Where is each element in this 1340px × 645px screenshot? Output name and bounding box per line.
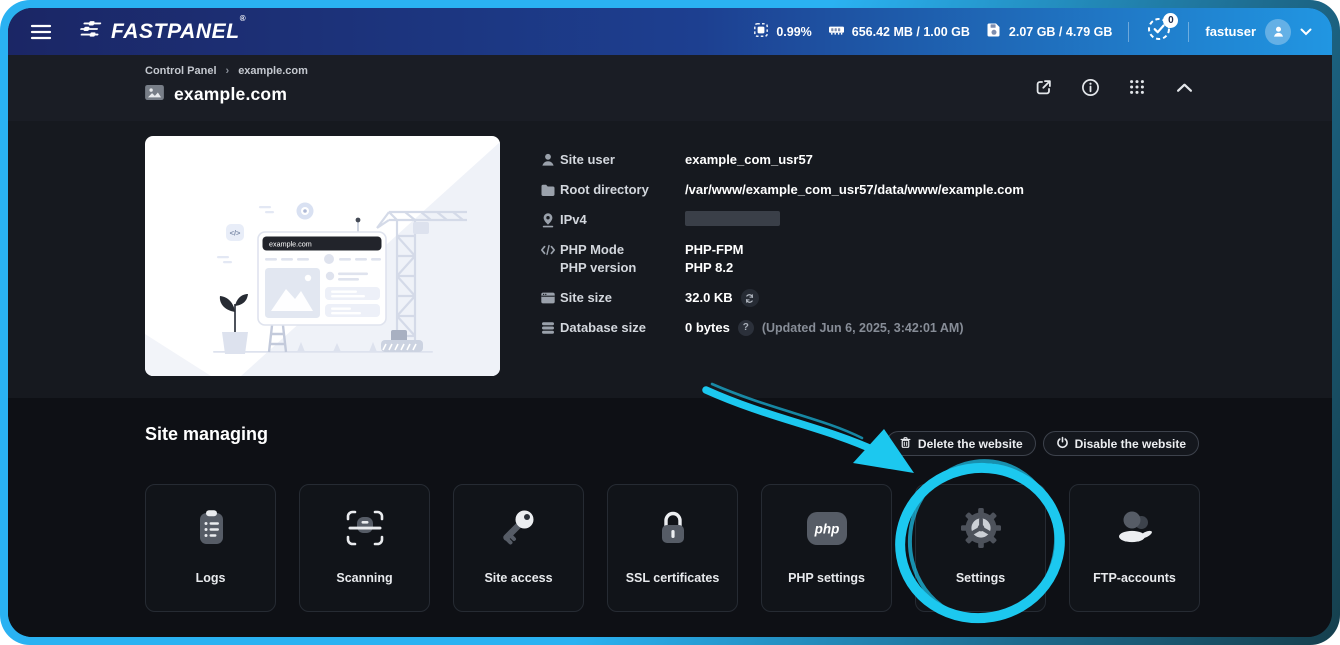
header-actions [1033,77,1194,97]
section-title: Site managing [145,424,269,444]
outer-frame: FASTPANEL® 0.99% 656.42 MB / 1.00 GB 2.0… [0,0,1340,645]
topbar-separator [1188,21,1190,42]
database-size-value: 0 bytes [685,320,730,335]
chevron-down-icon [1300,23,1312,41]
php-version-value: PHP 8.2 [685,260,734,275]
power-icon [1056,436,1069,452]
topbar: FASTPANEL® 0.99% 656.42 MB / 1.00 GB 2.0… [8,8,1332,55]
trash-icon [899,436,912,452]
card-logs[interactable]: Logs [145,484,276,612]
menu-icon[interactable] [28,19,54,45]
location-pin-icon [540,212,556,228]
logo-sliders-icon [76,19,104,44]
card-ftp-accounts[interactable]: FTP-accounts [1069,484,1200,612]
title-row: example.com [145,84,287,105]
fastpanel-logo[interactable]: FASTPANEL® [76,13,247,44]
fastpanel-app: FASTPANEL® 0.99% 656.42 MB / 1.00 GB 2.0… [8,8,1332,637]
ram-usage-value: 656.42 MB / 1.00 GB [851,24,970,39]
disk-icon [986,22,1002,41]
illustration-domain-text: example.com [269,240,312,249]
card-settings[interactable]: Settings [915,484,1046,612]
site-managing-section: Site managing Delete the website Disable… [8,398,1332,637]
info-icon[interactable] [1080,77,1100,97]
apps-grid-icon[interactable] [1127,77,1147,97]
browser-window-icon [540,290,556,306]
username: fastuser [1205,24,1256,39]
php-icon: php [803,485,851,571]
disable-website-button[interactable]: Disable the website [1042,431,1199,456]
key-icon [495,485,543,571]
page-title: example.com [174,84,288,104]
card-site-access[interactable]: Site access [453,484,584,612]
database-size-updated-note: (Updated Jun 6, 2025, 3:42:01 AM) [761,321,964,335]
managing-cards: Logs Scanning Site access SSL certificat… [145,484,1200,612]
cpu-icon [753,22,769,41]
php-row: PHP Mode PHP version PHP-FPM PHP 8.2 [540,241,1260,277]
breadcrumb-site: example.com [238,65,308,77]
database-icon [540,320,556,336]
breadcrumb-control-panel[interactable]: Control Panel [145,65,217,77]
disk-usage-value: 2.07 GB / 4.79 GB [1008,24,1113,39]
logo-text: FASTPANEL® [111,13,247,43]
user-icon [540,152,556,168]
screenshot-stage: FASTPANEL® 0.99% 656.42 MB / 1.00 GB 2.0… [0,0,1340,645]
site-info-section: </> example.com Site user example_com_us… [8,121,1332,398]
scanning-icon [341,485,389,571]
database-size-help-button[interactable]: ? [737,320,754,336]
user-menu[interactable]: fastuser [1205,18,1312,45]
lock-icon [649,485,697,571]
site-size-row: Site size 32.0 KB [540,289,1260,307]
topbar-right: 0.99% 656.42 MB / 1.00 GB 2.07 GB / 4.79… [753,13,1312,45]
ipv4-row: IPv4 [540,211,1260,229]
avatar [1265,18,1291,45]
site-user-row: Site user example_com_usr57 [540,151,1260,169]
card-ssl-certificates[interactable]: SSL certificates [607,484,738,612]
ram-icon [828,22,845,41]
ipv4-value [685,211,780,226]
gear-icon [957,485,1005,571]
card-scanning[interactable]: Scanning [299,484,430,612]
site-size-value: 32.0 KB [685,290,733,305]
site-image-icon [145,84,164,105]
database-size-row: Database size 0 bytes ? (Updated Jun 6, … [540,319,1260,337]
users-icon [1111,485,1159,571]
root-directory-row: Root directory /var/www/example_com_usr5… [540,181,1260,199]
page-header: Control Panel › example.com example.com [8,55,1332,121]
site-actions: Delete the website Disable the website [885,431,1199,456]
tasks-button[interactable]: 0 [1145,13,1179,45]
cpu-usage-stat: 0.99% [753,22,812,41]
ram-usage-stat: 656.42 MB / 1.00 GB [828,22,970,41]
site-preview-illustration: </> example.com [145,136,500,376]
refresh-site-size-button[interactable] [740,289,759,307]
registered-mark: ® [239,13,247,23]
card-php-settings[interactable]: php PHP settings [761,484,892,612]
php-mode-value: PHP-FPM [685,242,744,257]
root-directory-value: /var/www/example_com_usr57/data/www/exam… [685,182,1024,197]
breadcrumb: Control Panel › example.com [145,65,308,77]
code-badge-icon: </> [230,229,241,238]
ipv4-redacted-value [685,211,780,226]
logs-icon [187,485,235,571]
delete-website-button[interactable]: Delete the website [885,431,1036,456]
folder-icon [540,182,556,198]
collapse-chevron-up-icon[interactable] [1174,77,1194,97]
site-info-rows: Site user example_com_usr57 Root directo… [540,151,1260,349]
cpu-usage-value: 0.99% [776,24,812,39]
open-site-icon[interactable] [1033,77,1053,97]
tasks-count-badge: 0 [1163,13,1179,28]
breadcrumb-separator: › [225,65,230,77]
topbar-separator [1128,21,1130,42]
site-user-value: example_com_usr57 [685,152,813,167]
gear-badge-icon [296,202,314,220]
svg-text:php: php [813,522,839,537]
disk-usage-stat: 2.07 GB / 4.79 GB [986,22,1113,41]
code-icon [540,242,556,258]
